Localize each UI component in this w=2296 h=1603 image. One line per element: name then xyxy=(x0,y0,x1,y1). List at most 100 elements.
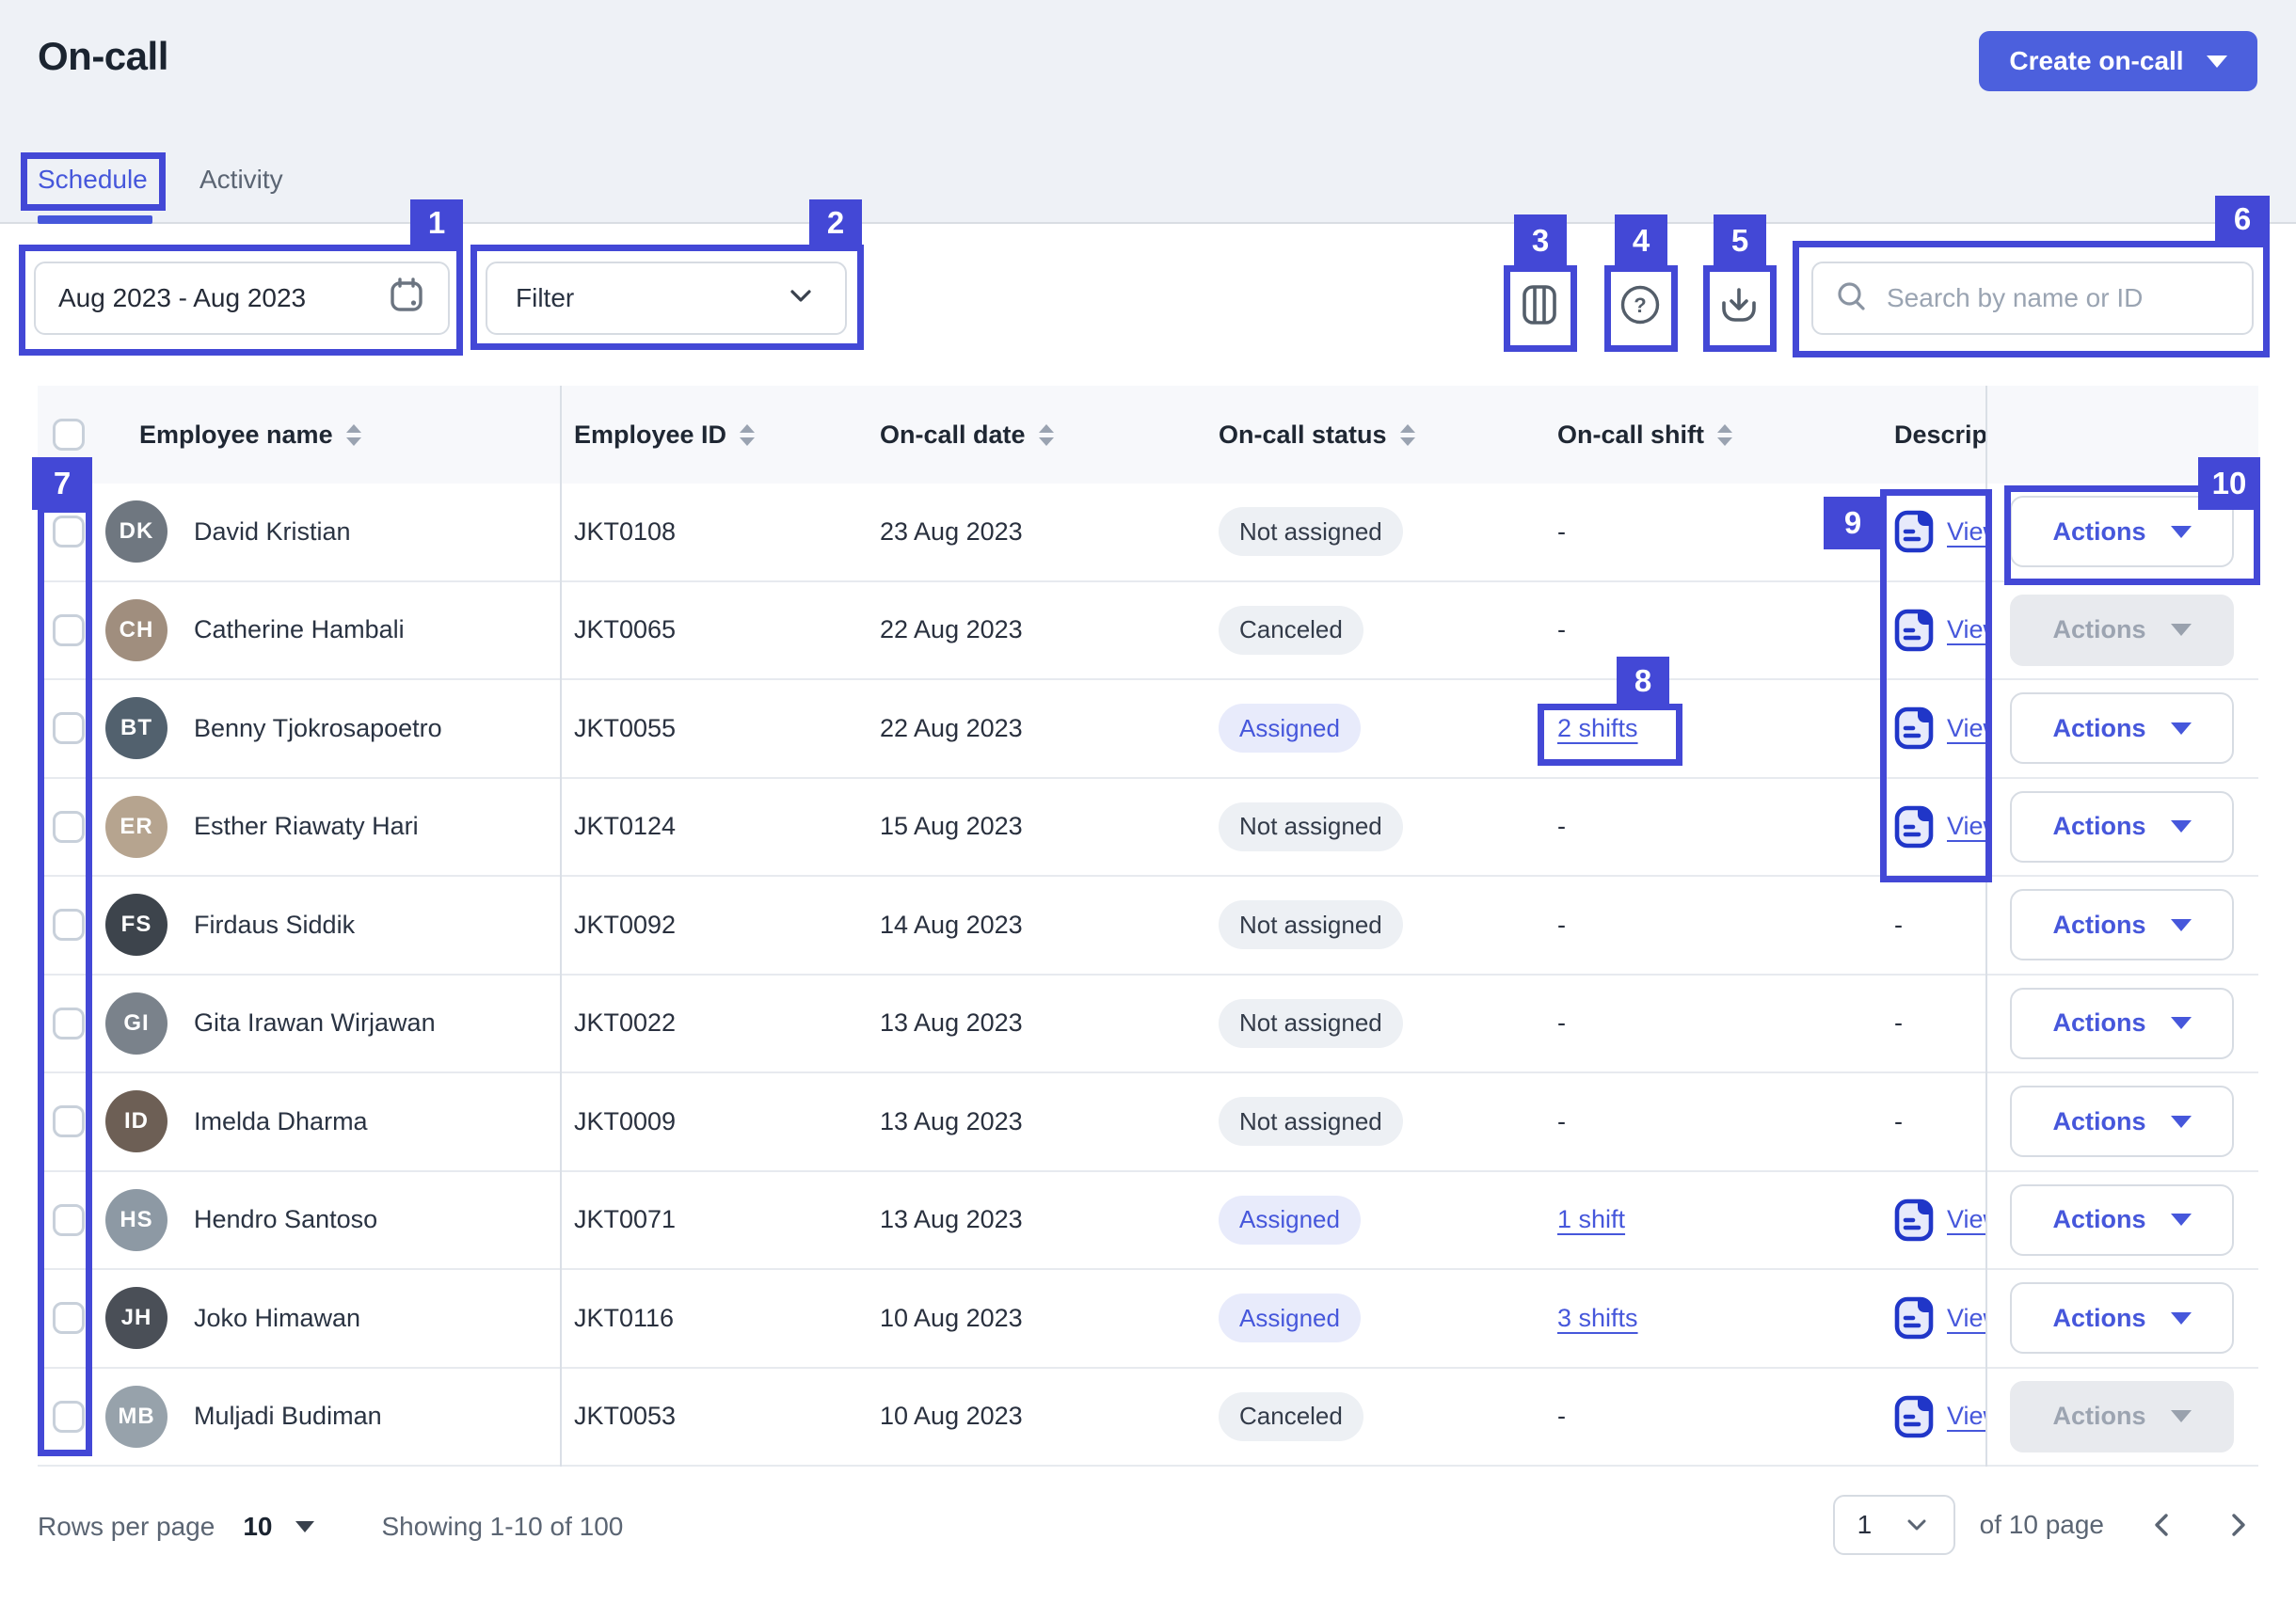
row-checkbox[interactable] xyxy=(53,1401,85,1433)
avatar: DK xyxy=(105,500,167,563)
actions-button[interactable]: Actions xyxy=(2010,1086,2234,1157)
description-cell: View xyxy=(1882,1296,1985,1340)
search-icon xyxy=(1834,278,1870,319)
chevron-down-icon xyxy=(2171,820,2192,833)
filter-dropdown[interactable]: Filter xyxy=(486,262,847,335)
columns-toggle-button[interactable] xyxy=(1513,278,1566,331)
description-cell: - xyxy=(1882,1107,1985,1136)
employee-id: JKT0108 xyxy=(560,517,866,547)
table-body: DK David Kristian JKT0108 23 Aug 2023 No… xyxy=(38,484,2258,1467)
status-badge: Assigned xyxy=(1219,704,1361,753)
description-cell: - xyxy=(1882,1008,1985,1038)
previous-page-button[interactable] xyxy=(2145,1508,2179,1542)
on-call-page: On-call Create on-call Schedule Activity… xyxy=(0,0,2296,1603)
chevron-down-icon xyxy=(2171,919,2192,931)
no-shift-dash: - xyxy=(1557,615,1566,644)
avatar: FS xyxy=(105,894,167,956)
rows-per-page-select[interactable]: 10 xyxy=(243,1512,313,1542)
tab-activity[interactable]: Activity xyxy=(199,158,283,201)
actions-button[interactable]: Actions xyxy=(2010,988,2234,1059)
header-on-call-date[interactable]: On-call date xyxy=(866,421,1204,450)
row-checkbox[interactable] xyxy=(53,811,85,843)
row-checkbox[interactable] xyxy=(53,614,85,646)
row-checkbox[interactable] xyxy=(53,1204,85,1236)
select-all-checkbox[interactable] xyxy=(53,419,85,451)
search-box[interactable] xyxy=(1811,262,2254,335)
column-divider xyxy=(1985,386,1987,1467)
sort-icon xyxy=(1717,424,1732,446)
chevron-left-icon xyxy=(2145,1508,2179,1542)
shift-count-link[interactable]: 2 shifts xyxy=(1557,714,1638,743)
on-call-date: 13 Aug 2023 xyxy=(866,1205,1204,1234)
header-on-call-shift[interactable]: On-call shift xyxy=(1543,421,1882,450)
view-description-link[interactable]: View xyxy=(1947,714,1985,743)
actions-button[interactable]: Actions xyxy=(2010,1184,2234,1256)
employee-id: JKT0053 xyxy=(560,1402,866,1431)
description-cell: - xyxy=(1882,911,1985,940)
row-checkbox[interactable] xyxy=(53,1105,85,1137)
tab-schedule[interactable]: Schedule xyxy=(38,158,148,201)
description-cell: View xyxy=(1882,1395,1985,1438)
avatar: ER xyxy=(105,796,167,858)
tab-schedule-label: Schedule xyxy=(38,165,148,195)
row-checkbox[interactable] xyxy=(53,909,85,941)
view-description-link[interactable]: View xyxy=(1947,517,1985,547)
view-description-link[interactable]: View xyxy=(1947,812,1985,841)
help-button[interactable]: ? xyxy=(1614,278,1666,331)
on-call-shift-cell: - xyxy=(1543,615,1882,644)
create-on-call-button[interactable]: Create on-call xyxy=(1979,31,2257,91)
actions-button[interactable]: Actions xyxy=(2010,692,2234,764)
employee-id: JKT0071 xyxy=(560,1205,866,1234)
date-range-picker[interactable]: Aug 2023 - Aug 2023 xyxy=(34,262,450,335)
description-cell: View xyxy=(1882,510,1985,553)
employee-id: JKT0092 xyxy=(560,911,866,940)
employee-name: Joko Himawan xyxy=(194,1304,360,1333)
employee-name: David Kristian xyxy=(194,517,351,547)
download-button[interactable] xyxy=(1713,278,1765,331)
on-call-shift-cell: - xyxy=(1543,517,1882,547)
page-number-select[interactable]: 1 xyxy=(1833,1495,1955,1555)
status-badge: Not assigned xyxy=(1219,507,1403,556)
next-page-button[interactable] xyxy=(2221,1508,2255,1542)
avatar: ID xyxy=(105,1090,167,1152)
header-description[interactable]: Description xyxy=(1882,421,1985,450)
on-call-date: 15 Aug 2023 xyxy=(866,812,1204,841)
row-checkbox[interactable] xyxy=(53,1008,85,1040)
on-call-table: Employee name Employee ID On-call date O… xyxy=(38,386,2258,1467)
view-description-link[interactable]: View xyxy=(1947,1205,1985,1234)
svg-text:?: ? xyxy=(1634,294,1646,317)
avatar: JH xyxy=(105,1287,167,1349)
view-description-link[interactable]: View xyxy=(1947,1402,1985,1431)
chevron-down-icon xyxy=(2171,1017,2192,1029)
employee-name: Gita Irawan Wirjawan xyxy=(194,1008,436,1038)
shift-count-link[interactable]: 1 shift xyxy=(1557,1205,1625,1234)
chevron-down-icon xyxy=(2171,1214,2192,1226)
table-row: ER Esther Riawaty Hari JKT0124 15 Aug 20… xyxy=(38,779,2258,878)
actions-button[interactable]: Actions xyxy=(2010,496,2234,567)
showing-range-text: Showing 1-10 of 100 xyxy=(382,1512,624,1542)
no-shift-dash: - xyxy=(1557,812,1566,841)
actions-button[interactable]: Actions xyxy=(2010,889,2234,960)
table-row: JH Joko Himawan JKT0116 10 Aug 2023 Assi… xyxy=(38,1270,2258,1369)
header-employee-id[interactable]: Employee ID xyxy=(560,421,866,450)
view-description-link[interactable]: View xyxy=(1947,1304,1985,1333)
no-shift-dash: - xyxy=(1557,1008,1566,1038)
shift-count-link[interactable]: 3 shifts xyxy=(1557,1304,1638,1333)
on-call-date: 13 Aug 2023 xyxy=(866,1008,1204,1038)
table-row: MB Muljadi Budiman JKT0053 10 Aug 2023 C… xyxy=(38,1369,2258,1468)
no-description-dash: - xyxy=(1894,1008,1903,1038)
row-checkbox[interactable] xyxy=(53,516,85,548)
search-input[interactable] xyxy=(1887,283,2225,313)
description-document-icon xyxy=(1894,1296,1934,1340)
view-description-link[interactable]: View xyxy=(1947,615,1985,644)
header-on-call-status[interactable]: On-call status xyxy=(1204,421,1543,450)
description-document-icon xyxy=(1894,609,1934,652)
table-row: CH Catherine Hambali JKT0065 22 Aug 2023… xyxy=(38,582,2258,681)
header-employee-name[interactable]: Employee name xyxy=(104,421,560,450)
employee-id: JKT0124 xyxy=(560,812,866,841)
actions-button[interactable]: Actions xyxy=(2010,791,2234,863)
row-checkbox[interactable] xyxy=(53,1302,85,1334)
employee-id: JKT0022 xyxy=(560,1008,866,1038)
row-checkbox[interactable] xyxy=(53,712,85,744)
actions-button[interactable]: Actions xyxy=(2010,1282,2234,1354)
